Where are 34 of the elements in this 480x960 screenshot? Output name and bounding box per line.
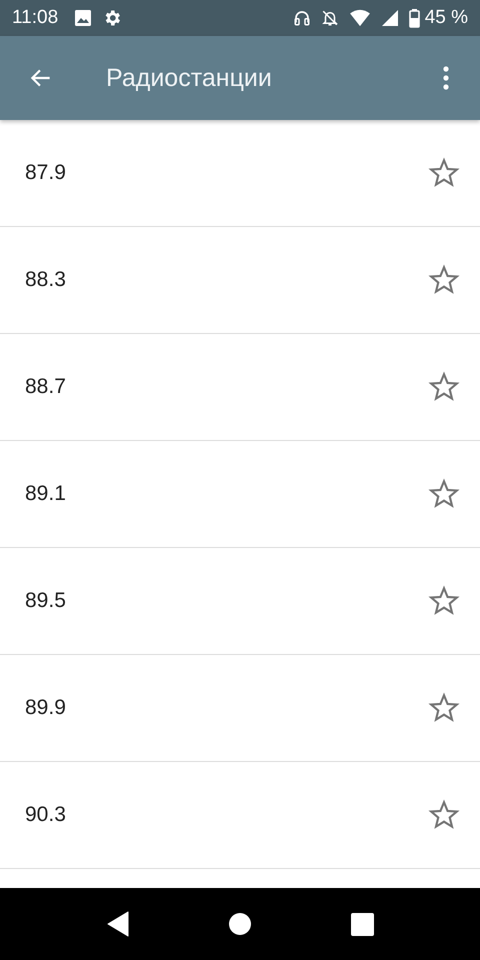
station-row[interactable]: 90.3 [0,762,480,869]
star-icon[interactable] [428,157,460,189]
signal-icon [380,9,399,27]
station-frequency: 87.9 [25,161,66,185]
back-icon[interactable] [106,911,128,937]
home-icon[interactable] [228,913,250,935]
station-row[interactable]: 89.1 [0,441,480,548]
station-row[interactable]: 89.9 [0,655,480,762]
star-icon[interactable] [428,799,460,831]
station-frequency: 89.5 [25,589,66,613]
station-row[interactable]: 88.7 [0,334,480,441]
star-icon[interactable] [428,585,460,617]
screen-title: Радиостанции [106,64,272,92]
battery-icon [408,8,420,28]
station-frequency: 89.9 [25,696,66,720]
more-options-icon[interactable] [442,65,450,91]
station-frequency: 88.3 [25,268,66,292]
station-frequency: 90.3 [25,803,66,827]
star-icon[interactable] [428,692,460,724]
wifi-icon [348,9,371,27]
station-row[interactable]: 87.9 [0,120,480,227]
station-frequency: 89.1 [25,482,66,506]
recents-icon[interactable] [350,912,374,936]
star-icon[interactable] [428,478,460,510]
star-icon[interactable] [428,371,460,403]
battery-percent: 45 % [424,7,468,29]
star-icon[interactable] [428,264,460,296]
status-time: 11:08 [12,7,58,29]
image-icon [74,9,92,27]
station-row[interactable]: 89.5 [0,548,480,655]
station-frequency: 88.7 [25,375,66,399]
station-row[interactable]: 88.3 [0,227,480,334]
bell-off-icon [320,9,339,27]
headphones-icon [292,9,311,27]
